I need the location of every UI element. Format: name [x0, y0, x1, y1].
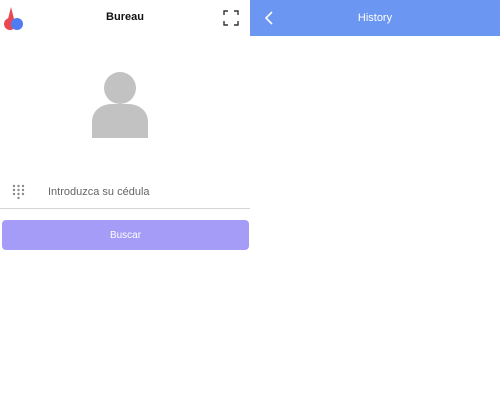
cedula-input[interactable] — [44, 182, 248, 202]
page-title: Bureau — [106, 11, 144, 23]
bureau-screen: Bureau Buscar — [0, 0, 250, 400]
history-screen: History — [250, 0, 500, 400]
fullscreen-expand-icon[interactable] — [223, 10, 239, 26]
user-avatar-icon — [92, 72, 148, 138]
search-button[interactable]: Buscar — [2, 220, 249, 250]
page-title: History — [357, 12, 393, 24]
keypad-icon — [12, 184, 25, 199]
id-input-row — [0, 178, 250, 209]
bureau-header: Bureau — [0, 0, 250, 36]
history-header: History — [250, 0, 500, 36]
